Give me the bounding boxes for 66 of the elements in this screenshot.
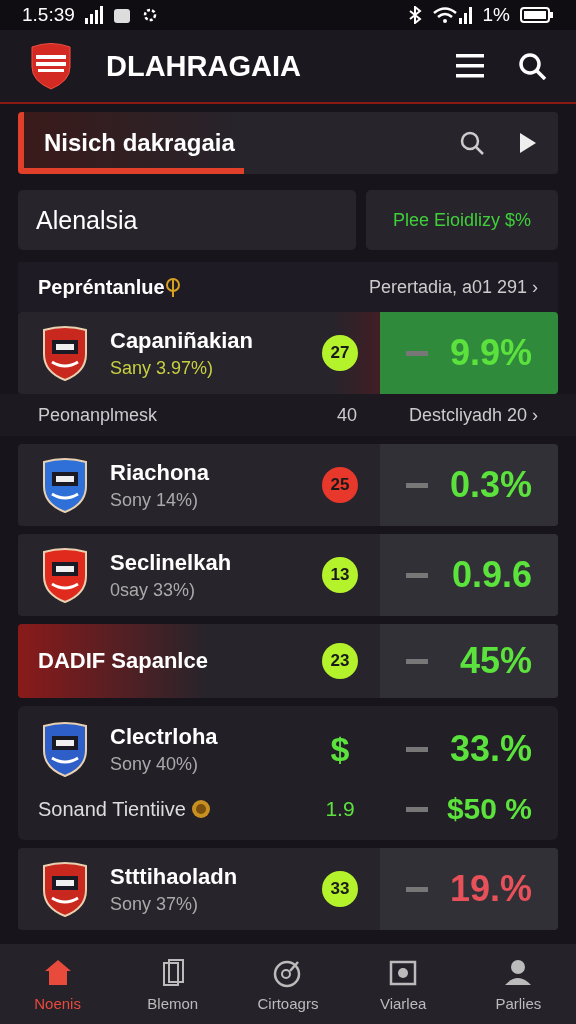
sim-icon [112,6,131,24]
search-icon [460,131,484,155]
nav-tab[interactable]: Noenis [7,952,108,1016]
filter-field[interactable]: Alenalsia [18,190,356,250]
battery-icon [520,6,554,24]
search-field[interactable]: Nisich dakragaia [18,112,558,174]
dash-icon [406,806,428,812]
subheader-label: Peonanplmesk [38,404,158,426]
status-time: 1.5:39 [22,4,75,26]
play-icon [518,131,536,155]
change-value: 33.% [449,728,532,770]
search-button[interactable] [518,52,546,80]
team-stat: Sony 40%) [110,753,200,775]
count-badge: 23 [322,643,358,679]
battery-percent: 1% [482,4,510,26]
dash-icon [406,886,428,892]
change-value: 19.% [449,868,532,910]
team-stat: Sony 14%) [110,489,200,511]
team-name: Riachona [110,459,210,486]
team-card[interactable]: Clectrloha Sony 40%) $ 33.% Sonand Tientiive 1.9 $50 % [18,706,558,840]
dash-icon [406,482,428,488]
team-row[interactable]: Riachona Sony 14%) 25 0.3% [18,444,558,526]
stat-label: Sonand Tientiive [38,797,186,821]
dash-icon [406,658,428,664]
change-value: 0.3% [449,464,532,506]
section-link[interactable]: Perertadia, a01 291 › [368,276,538,298]
menu-button[interactable] [456,52,484,80]
dollar-sign: $ [329,731,351,767]
team-name: Clectrloha [110,723,218,750]
team-row[interactable]: Stttihaoladn Sony 37%) 33 19.% [18,848,558,930]
team-name: Stttihaoladn [110,863,238,890]
dash-icon [406,746,428,752]
nav-tab[interactable]: Blemon [122,952,223,1016]
banner-title: DADIF Sapanlce [38,648,208,674]
dash-icon [406,350,428,356]
count-badge: 33 [322,871,358,907]
change-value: $50 % [446,792,532,826]
subheader-link[interactable]: Destcliyadh 20 › [408,404,538,426]
nav-tab[interactable]: Viarlea [353,952,454,1016]
team-row[interactable]: Capaniñakian Sany 3.97%) 27 9.9% [18,312,558,394]
team-stat: Sony 37%) [110,893,200,915]
team-stat: Sany 3.97%) [110,357,215,379]
subheader-count: 40 [336,404,357,426]
change-value: 9.9% [449,332,532,374]
shield-logo-icon [30,41,72,91]
count-badge: 25 [322,467,358,503]
dash-icon [406,572,428,578]
team-row[interactable]: Seclinelkah 0say 33%) 13 0.9.6 [18,534,558,616]
search-icon [518,52,546,80]
signal-icon [84,6,103,24]
count-badge: 13 [322,557,358,593]
nav-tab[interactable]: Cirtoagrs [237,952,338,1016]
count-badge: 27 [322,335,358,371]
app-title: DLAHRAGAIA [106,49,302,83]
team-stat: 0say 33%) [110,579,197,601]
change-value: 0.9.6 [451,554,532,596]
team-name: Seclinelkah [110,549,232,576]
team-name: Capaniñakian [110,327,254,354]
filter-button[interactable]: Plee Eioidlizy $% [366,190,558,250]
menu-icon [456,52,484,80]
change-value: 45% [459,640,532,682]
wifi-signal-icon [432,6,473,24]
section-title: Pepréntanlue [38,275,165,299]
nav-tab[interactable]: Parlies [468,952,569,1016]
banner-row[interactable]: DADIF Sapanlce 23 45% [18,624,558,698]
stat-value: 1.9 [324,796,356,822]
